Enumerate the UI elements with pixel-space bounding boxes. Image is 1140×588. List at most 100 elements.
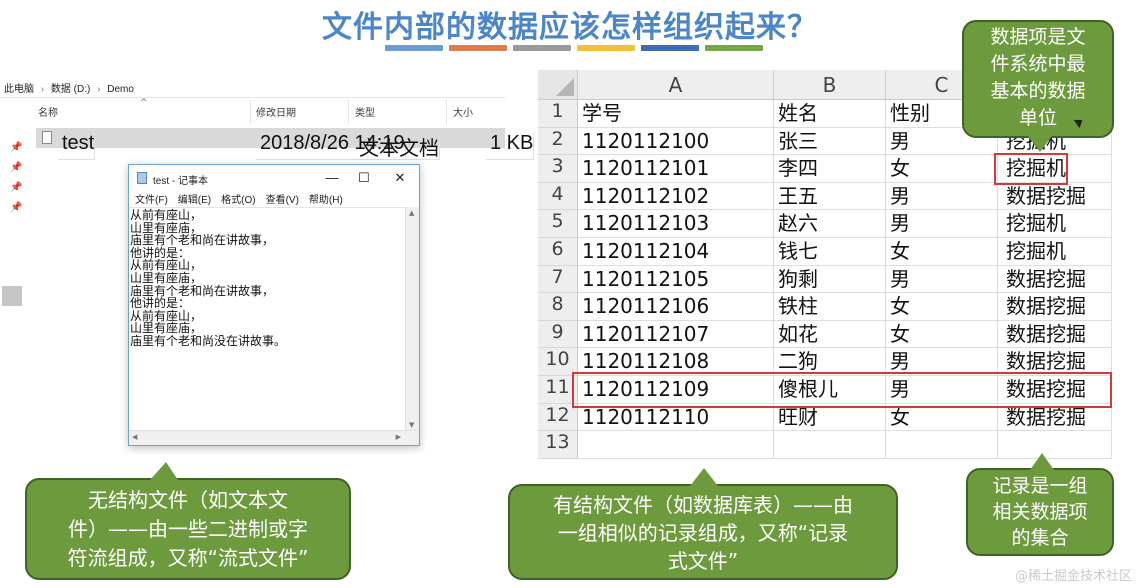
scroll-up-icon[interactable]: ▲ (409, 209, 414, 217)
maximize-button[interactable]: ☐ (347, 168, 381, 188)
table-cell[interactable]: 1120112101 (578, 155, 774, 183)
column-header-a[interactable]: A (578, 70, 774, 100)
table-cell[interactable] (578, 431, 774, 459)
color-bar (449, 45, 507, 51)
row-header[interactable]: 8 (538, 293, 578, 321)
column-header-size[interactable]: 大小 (453, 104, 473, 126)
table-cell[interactable]: 数据挖掘 (998, 376, 1112, 404)
table-cell[interactable]: 女 (886, 293, 998, 321)
column-divider[interactable] (446, 100, 447, 124)
breadcrumb-demo[interactable]: Demo (107, 84, 134, 95)
table-cell[interactable]: 男 (886, 182, 998, 211)
table-cell[interactable]: 女 (886, 155, 998, 183)
scroll-right-icon[interactable]: ▶ (396, 433, 401, 441)
breadcrumb-drive[interactable]: 数据 (D:) (51, 84, 90, 95)
column-header-modified[interactable]: 修改日期 (256, 104, 296, 126)
column-header-type[interactable]: 类型 (355, 104, 375, 126)
table-cell[interactable]: 1120112104 (578, 238, 774, 266)
table-cell[interactable]: 数据挖掘 (998, 293, 1112, 321)
row-header[interactable]: 9 (538, 320, 578, 349)
row-header[interactable]: 2 (538, 127, 578, 156)
table-cell[interactable]: 1120112109 (578, 376, 774, 404)
table-cell[interactable]: 数据挖掘 (998, 265, 1112, 294)
table-cell[interactable]: 学号 (578, 100, 774, 128)
table-cell[interactable]: 张三 (774, 127, 886, 156)
table-cell[interactable]: 女 (886, 403, 998, 432)
table-cell[interactable]: 数据挖掘 (998, 182, 1112, 211)
address-bar[interactable]: 此电脑 › 数据 (D:) › Demo (0, 76, 505, 98)
column-header-name[interactable]: 名称 (38, 104, 58, 126)
table-cell[interactable]: 赵六 (774, 210, 886, 238)
pin-icon[interactable]: 📌 (10, 178, 24, 198)
table-cell[interactable]: 1120112102 (578, 182, 774, 211)
notepad-titlebar[interactable]: test - 记事本 — ☐ ✕ (129, 165, 419, 191)
table-cell[interactable]: 李四 (774, 155, 886, 183)
notepad-text-area[interactable]: 从前有座山， 山里有座庙， 庙里有个老和尚在讲故事， 他讲的是： 从前有座山， 山里有座庙… (129, 207, 405, 431)
notepad-menu-item[interactable]: 帮助(H) (309, 195, 343, 206)
table-cell[interactable]: 1120112108 (578, 348, 774, 376)
pin-icon[interactable]: 📌 (10, 198, 24, 218)
breadcrumb-this-pc[interactable]: 此电脑 (4, 84, 34, 95)
pin-icon[interactable]: 📌 (10, 158, 24, 178)
table-cell[interactable]: 1120112100 (578, 127, 774, 156)
minimize-button[interactable]: — (315, 168, 349, 188)
row-header[interactable]: 4 (538, 182, 578, 211)
scroll-down-icon[interactable]: ▼ (409, 421, 414, 429)
horizontal-scrollbar[interactable]: ◀ ▶ (129, 430, 419, 445)
column-header-b[interactable]: B (774, 70, 886, 100)
notepad-menu-item[interactable]: 查看(V) (266, 195, 299, 206)
table-cell[interactable]: 如花 (774, 320, 886, 349)
table-cell[interactable]: 男 (886, 210, 998, 238)
table-cell[interactable]: 男 (886, 348, 998, 376)
callout-text-line: 相关数据项 (992, 501, 1088, 523)
table-cell[interactable]: 1120112107 (578, 320, 774, 349)
column-divider[interactable] (250, 100, 251, 124)
row-header[interactable]: 13 (538, 431, 578, 459)
pin-icon[interactable]: 📌 (10, 138, 24, 158)
table-cell[interactable]: 1120112105 (578, 265, 774, 294)
table-cell[interactable] (886, 431, 998, 459)
table-cell[interactable] (774, 431, 886, 459)
select-all-corner[interactable] (538, 70, 578, 100)
table-cell[interactable]: 钱七 (774, 238, 886, 266)
table-cell[interactable]: 数据挖掘 (998, 320, 1112, 349)
table-cell[interactable]: 铁柱 (774, 293, 886, 321)
row-header[interactable]: 1 (538, 100, 578, 128)
table-cell[interactable]: 女 (886, 320, 998, 349)
table-cell[interactable]: 狗剩 (774, 265, 886, 294)
chevron-right-icon: › (97, 84, 101, 95)
row-header[interactable]: 6 (538, 238, 578, 266)
notepad-menu-item[interactable]: 文件(F) (135, 195, 168, 206)
table-cell[interactable]: 1120112110 (578, 403, 774, 432)
table-cell[interactable]: 姓名 (774, 100, 886, 128)
table-cell[interactable]: 傻根儿 (774, 376, 886, 404)
notepad-menu-item[interactable]: 格式(O) (221, 195, 255, 206)
table-cell[interactable]: 数据挖掘 (998, 348, 1112, 376)
table-cell[interactable]: 挖掘机 (998, 210, 1112, 238)
row-header[interactable]: 12 (538, 403, 578, 432)
table-cell[interactable]: 男 (886, 265, 998, 294)
table-cell[interactable]: 王五 (774, 182, 886, 211)
table-cell[interactable]: 男 (886, 376, 998, 404)
row-header[interactable]: 7 (538, 265, 578, 294)
vertical-scrollbar[interactable]: ▲ ▼ (405, 207, 419, 431)
close-button[interactable]: ✕ (383, 168, 417, 188)
table-cell[interactable]: 二狗 (774, 348, 886, 376)
table-cell[interactable]: 数据挖掘 (998, 403, 1112, 432)
column-divider[interactable] (348, 100, 349, 124)
row-header[interactable]: 11 (538, 376, 578, 404)
row-header[interactable]: 10 (538, 348, 578, 376)
row-header[interactable]: 5 (538, 210, 578, 238)
table-cell[interactable]: 挖掘机 (998, 155, 1112, 183)
table-cell[interactable] (998, 431, 1112, 459)
table-cell[interactable]: 旺财 (774, 403, 886, 432)
table-cell[interactable]: 女 (886, 238, 998, 266)
scroll-left-icon[interactable]: ◀ (132, 433, 137, 441)
table-cell[interactable]: 1120112103 (578, 210, 774, 238)
row-header[interactable]: 3 (538, 155, 578, 183)
callout-tail (690, 468, 718, 486)
table-cell[interactable]: 挖掘机 (998, 238, 1112, 266)
table-cell[interactable]: 1120112106 (578, 293, 774, 321)
file-row-test[interactable]: test 2018/8/26 14:19 文本文档 1 KB (36, 128, 535, 160)
notepad-menu-item[interactable]: 编辑(E) (178, 195, 211, 206)
